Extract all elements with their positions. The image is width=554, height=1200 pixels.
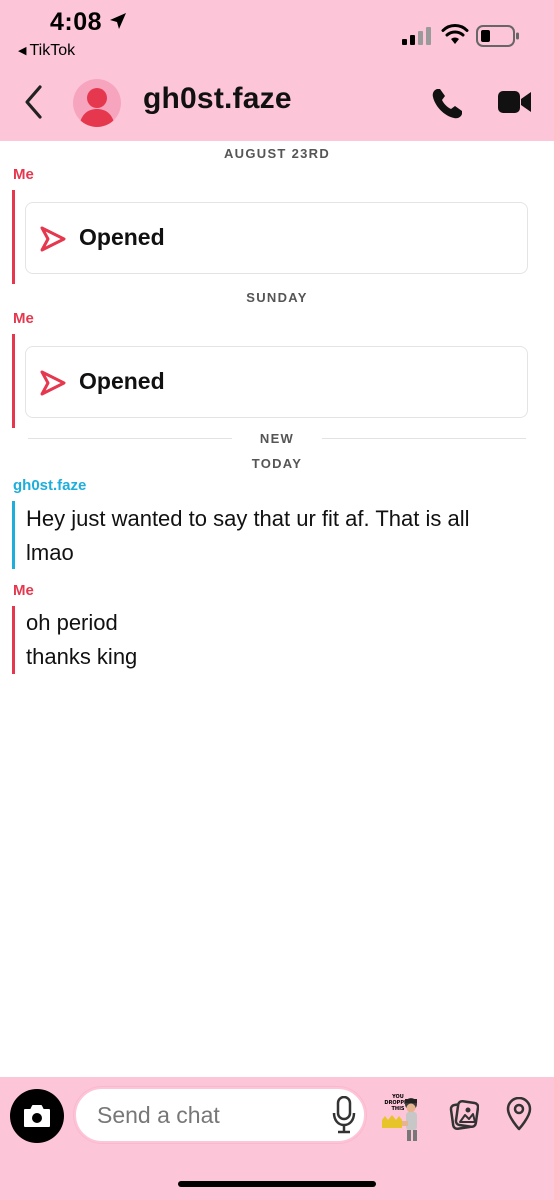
sender-label: Me	[13, 582, 34, 599]
date-separator: AUGUST 23RD	[223, 146, 331, 161]
wifi-icon	[441, 24, 469, 44]
camera-button[interactable]	[10, 1089, 64, 1143]
message-bar	[12, 334, 15, 428]
avatar[interactable]	[73, 79, 121, 127]
chat-message[interactable]: Hey just wanted to say that ur fit af. T…	[26, 502, 469, 570]
date-separator: SUNDAY	[246, 290, 308, 305]
opened-snap-card[interactable]: Opened	[25, 202, 528, 274]
snap-status-label: Opened	[79, 224, 165, 250]
memories-icon[interactable]	[449, 1099, 479, 1131]
chat-message[interactable]: oh period thanks king	[26, 606, 137, 674]
svg-text:THIS: THIS	[391, 1106, 404, 1112]
snap-status-label: Opened	[79, 368, 165, 394]
bitmoji-sticker-button[interactable]: YOU DROPPED THIS	[378, 1090, 426, 1142]
camera-icon	[24, 1105, 50, 1127]
cellular-signal-icon	[402, 27, 431, 45]
sender-label: Me	[13, 166, 34, 183]
map-pin-icon[interactable]	[505, 1097, 533, 1131]
date-separator: TODAY	[251, 456, 303, 471]
chat-input-placeholder: Send a chat	[97, 1102, 220, 1128]
new-messages-label: NEW	[259, 431, 295, 446]
sender-label: Me	[13, 310, 34, 327]
message-line: thanks king	[26, 644, 138, 669]
avatar-icon	[79, 88, 115, 127]
message-bar	[12, 606, 15, 674]
message-line: lmao	[26, 540, 74, 565]
message-bar	[12, 501, 15, 569]
phone-icon[interactable]	[430, 87, 464, 121]
snap-opened-icon	[40, 370, 66, 396]
snap-opened-icon	[40, 226, 66, 252]
chevron-left-icon[interactable]	[20, 84, 48, 120]
chat-title[interactable]: gh0st.faze	[143, 82, 292, 116]
location-arrow-icon	[110, 13, 126, 29]
home-indicator[interactable]	[178, 1181, 376, 1187]
chat-input[interactable]: Send a chat	[74, 1087, 366, 1143]
microphone-icon[interactable]	[332, 1096, 356, 1134]
message-line: Hey just wanted to say that ur fit af. T…	[26, 506, 470, 531]
sender-label: gh0st.faze	[13, 477, 87, 494]
back-app-label: TikTok	[29, 42, 76, 59]
video-camera-icon[interactable]	[498, 89, 532, 115]
message-bar	[12, 190, 15, 284]
opened-snap-card[interactable]: Opened	[25, 346, 528, 418]
back-to-app-link[interactable]: ◀ TikTok	[18, 42, 75, 60]
back-triangle-icon: ◀	[18, 45, 27, 57]
message-line: oh period	[26, 610, 118, 635]
status-time: 4:08	[50, 8, 103, 36]
battery-icon	[476, 25, 519, 47]
